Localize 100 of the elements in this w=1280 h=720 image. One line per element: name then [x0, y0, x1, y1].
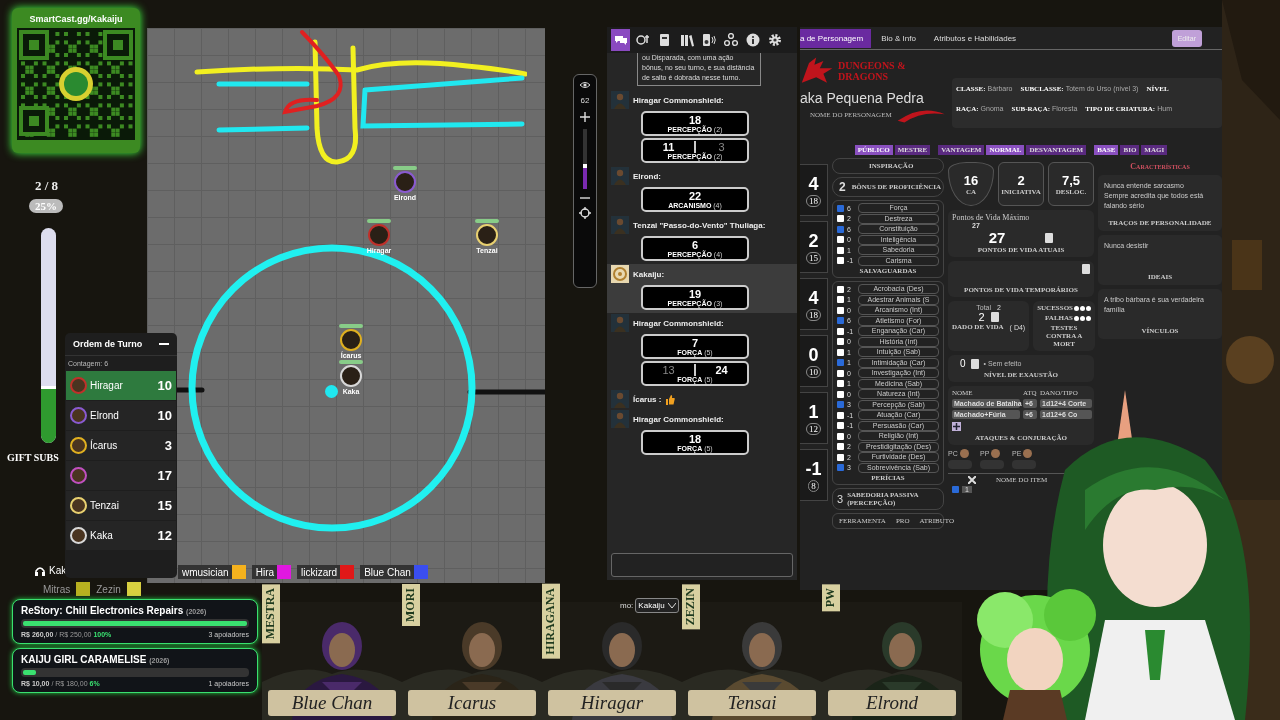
player-name: lickizard [301, 566, 338, 578]
stepper[interactable] [970, 358, 979, 369]
speaker-name: Kakaiju: [633, 269, 665, 279]
coin-icon [959, 449, 969, 458]
initiative-value: 10 [157, 378, 172, 393]
ability-modifier: 4 [808, 173, 819, 195]
zoom-in-icon [580, 112, 590, 122]
save-circle[interactable] [1073, 305, 1079, 311]
panel-tab[interactable] [611, 29, 630, 51]
roll-result: 6 [691, 239, 699, 251]
checkbox[interactable] [837, 348, 844, 356]
turn-entry[interactable]: Tenzai 15 [66, 491, 176, 520]
checkbox[interactable] [837, 204, 844, 212]
stepper[interactable] [1045, 232, 1054, 243]
current-hp-value: 27 [988, 229, 1006, 246]
player-tag: MORI [402, 584, 420, 626]
qr-url[interactable]: SmartCast.gg/Kakaiju [29, 14, 123, 24]
turn-entry[interactable]: Kaka 12 [66, 521, 176, 550]
roll-result: 18 [687, 433, 703, 445]
save-circle[interactable] [1079, 315, 1085, 321]
stat-value: 16 [963, 172, 979, 188]
checkbox[interactable] [837, 464, 844, 472]
zoom-slider[interactable] [583, 129, 587, 189]
ability-modifier: 0 [808, 344, 819, 366]
health-bar [367, 219, 391, 223]
speaker-name: Tenzai "Passo-do-Vento" Thuliaga: [633, 220, 766, 230]
initiative-value: 17 [157, 468, 172, 483]
speaker-name: Hiragar Commonshield: [633, 318, 724, 328]
name-scroll: Icarus [408, 690, 536, 716]
info-icon [745, 33, 760, 47]
player-tag: ZEZIN [682, 584, 700, 630]
entry-name: Kaka [90, 530, 114, 541]
health-bar [393, 166, 417, 170]
checkbox[interactable] [837, 306, 844, 314]
initiative-value: 3 [164, 438, 172, 453]
avatar-icon [611, 410, 629, 428]
sheet-tab[interactable]: Bio & Info [873, 28, 924, 48]
marker-dot[interactable] [325, 385, 338, 398]
avatar-icon [611, 167, 629, 185]
name-scroll: Tensai [688, 690, 816, 716]
checkbox[interactable] [837, 327, 844, 335]
checkbox[interactable] [837, 225, 844, 233]
checkbox[interactable] [837, 296, 844, 304]
speaker-name: Ícarus : [633, 394, 662, 404]
avatar-icon [611, 91, 629, 109]
avatar-icon [611, 390, 629, 408]
nodes-icon [723, 33, 738, 47]
turn-entry[interactable]: 17 [66, 461, 176, 490]
speak-as-select[interactable]: Kakaiju [635, 598, 679, 613]
checkbox[interactable] [837, 246, 844, 254]
token-avatar[interactable] [340, 329, 362, 351]
save-circle[interactable] [1085, 315, 1091, 321]
player-name: Blue Chan [364, 566, 411, 578]
checkbox[interactable] [837, 422, 844, 430]
stepper[interactable] [990, 312, 999, 322]
checkbox[interactable] [837, 369, 844, 377]
goal-percent: 25% [29, 199, 63, 213]
add-icon[interactable] [952, 422, 961, 431]
checkbox[interactable] [837, 443, 844, 451]
player-tag: MESTRA [262, 584, 280, 644]
checkbox[interactable] [837, 453, 844, 461]
checkbox[interactable] [837, 432, 844, 440]
hit-dice-value: 2 [978, 311, 985, 323]
checkbox[interactable] [837, 338, 844, 346]
checkbox[interactable] [952, 486, 959, 493]
checkbox[interactable] [837, 390, 844, 398]
initiative-value: 10 [157, 408, 172, 423]
checkbox[interactable] [837, 285, 844, 293]
speaker-name: Hiragar Commonshield: [633, 414, 724, 424]
cross-icon [968, 476, 976, 484]
ability-modifier: -1 [805, 458, 822, 480]
checkbox[interactable] [837, 215, 844, 223]
eye-icon [579, 81, 591, 89]
checkbox[interactable] [837, 401, 844, 409]
roll-result: 24 [694, 364, 747, 376]
name-scroll: Elrond [828, 690, 956, 716]
health-bar [339, 324, 363, 328]
turn-entry[interactable]: Ícarus 3 [66, 431, 176, 460]
checkbox[interactable] [837, 411, 844, 419]
settings-icon [767, 33, 782, 47]
chat-input-field[interactable] [611, 553, 793, 577]
sheet-tab[interactable]: Atributos e Habilidades [925, 28, 1025, 48]
checkbox[interactable] [837, 257, 844, 265]
turn-entry[interactable]: Hiragar 10 [66, 371, 176, 400]
checkbox[interactable] [837, 359, 844, 367]
save-circle[interactable] [1079, 305, 1085, 311]
entry-name: Hiragar [90, 380, 124, 391]
roll-result: 19 [688, 288, 702, 300]
health-bar [339, 360, 363, 364]
save-circle[interactable] [1085, 305, 1091, 311]
book-icon [657, 33, 672, 47]
checkbox[interactable] [837, 317, 844, 325]
save-circle[interactable] [1073, 315, 1079, 321]
speaker-name: Kak [49, 565, 67, 576]
sheet-tab[interactable]: a de Personagem [800, 28, 872, 48]
checkbox[interactable] [837, 380, 844, 388]
turn-entry[interactable]: Elrond 10 [66, 401, 176, 430]
checkbox[interactable] [837, 236, 844, 244]
zoom-out-icon [580, 196, 590, 200]
panel-title: Ordem de Turno [73, 339, 143, 349]
